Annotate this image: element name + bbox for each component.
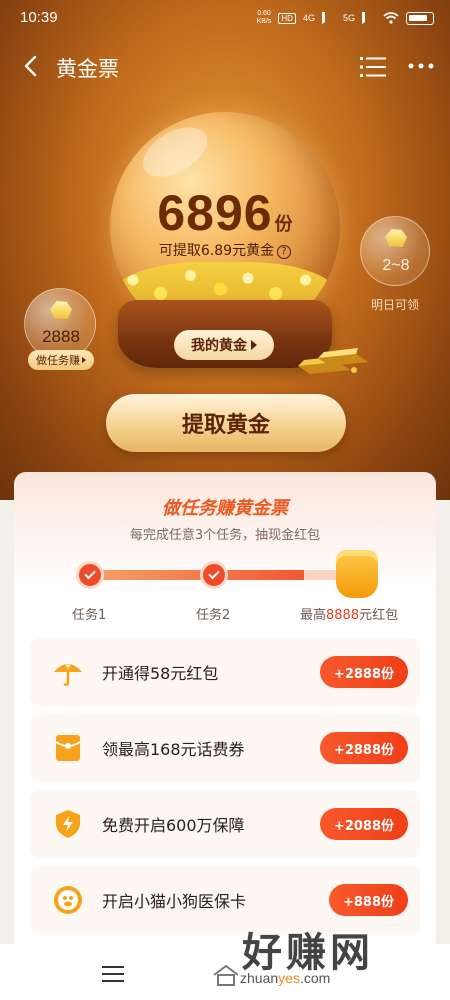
withdrawable-text: 可提取6.89元黄金? — [110, 240, 340, 260]
my-gold-button-label: 我的黄金 — [191, 338, 247, 354]
list-menu-icon[interactable] — [360, 56, 386, 78]
network-5g-label: 5G — [342, 13, 355, 23]
do-task-earn-label: 做任务赚 — [36, 354, 80, 367]
task-row[interactable]: 免费开启600万保障 +2088份 — [30, 790, 420, 858]
task-card-title: 做任务赚黄金票 — [162, 498, 288, 519]
step-check-icon — [76, 561, 104, 589]
do-task-earn-pill[interactable]: 做任务赚 — [28, 350, 94, 370]
task-progress: 任务1 任务2 最高8888元红包 — [14, 550, 436, 630]
gold-nugget-icon — [385, 229, 407, 247]
task-row[interactable]: 领最高168元话费券 +2888份 — [30, 714, 420, 782]
step-check-icon — [200, 561, 228, 589]
red-envelope-jar-icon — [336, 550, 378, 598]
status-time: 10:39 — [20, 9, 58, 26]
house-icon — [213, 964, 239, 986]
svg-text:¥: ¥ — [65, 662, 71, 672]
hd-icon: HD — [278, 12, 296, 24]
max-reward-label: 最高8888元红包 — [300, 608, 399, 623]
battery-icon — [406, 11, 434, 25]
page-title: 黄金票 — [56, 57, 119, 81]
more-options-icon[interactable] — [406, 54, 436, 78]
task-card-subtitle: 每完成任意3个任务，抽现金红包 — [129, 528, 321, 543]
task-reward-button[interactable]: +2888份 — [319, 732, 408, 764]
help-icon[interactable]: ? — [277, 245, 292, 259]
nav-bar: 黄金票 — [0, 44, 450, 88]
task-label: 免费开启600万保障 — [102, 816, 245, 835]
gold-bars-icon — [298, 348, 368, 374]
gold-amount-unit: 份 — [274, 214, 293, 235]
back-arrow-icon[interactable] — [20, 54, 44, 78]
pet-coin-icon — [54, 886, 82, 914]
umbrella-coin-icon: ¥ — [54, 662, 82, 686]
task-label: 领最高168元话费券 — [102, 740, 245, 759]
gold-nugget-icon — [50, 301, 72, 319]
tomorrow-gold-bubble[interactable]: 2~8 — [360, 216, 430, 286]
task-reward-button[interactable]: +888份 — [328, 884, 408, 916]
step-label-2: 任务2 — [196, 608, 231, 623]
wifi-icon — [383, 12, 399, 24]
shield-bolt-icon — [56, 810, 80, 838]
red-envelope-icon — [55, 735, 81, 761]
status-icons: 0.60 KB/s HD 4G 5G — [257, 10, 434, 26]
gold-amount: 6896 份 — [110, 184, 340, 242]
task-reward-button[interactable]: +2088份 — [319, 808, 408, 840]
step-label-1: 任务1 — [72, 608, 107, 623]
task-reward-button[interactable]: +2888份 — [319, 656, 408, 688]
task-row[interactable]: ¥ 开通得58元红包 +2888份 — [30, 638, 420, 706]
task-label: 开启小猫小狗医保卡 — [102, 892, 247, 911]
chevron-right-icon — [82, 357, 86, 363]
gold-amount-value: 6896 — [157, 185, 273, 241]
task-gold-count: 2888 — [42, 327, 80, 346]
signal-icon-2 — [362, 12, 376, 24]
watermark: 好赚网 zhuanyes.com — [212, 920, 442, 990]
status-bar: 10:39 0.60 KB/s HD 4G 5G — [0, 0, 450, 36]
signal-icon — [321, 12, 336, 24]
task-card: 做任务赚黄金票 每完成任意3个任务，抽现金红包 任务1 任务2 最高8888元红… — [14, 472, 436, 952]
tomorrow-gold-range: 2~8 — [382, 257, 410, 274]
withdraw-gold-button[interactable]: 提取黄金 — [106, 394, 346, 452]
tomorrow-caption: 明日可领 — [370, 298, 419, 312]
watermark-url: zhuanyes.com — [240, 970, 331, 986]
network-4g-label: 4G — [302, 13, 315, 23]
chevron-right-icon — [251, 340, 257, 350]
withdrawable-label: 可提取6.89元黄金 — [158, 243, 275, 259]
task-label: 开通得58元红包 — [102, 664, 219, 683]
my-gold-button[interactable]: 我的黄金 — [174, 330, 274, 360]
net-speed: 0.60 KB/s — [256, 10, 272, 25]
nav-menu-icon[interactable] — [102, 966, 124, 982]
